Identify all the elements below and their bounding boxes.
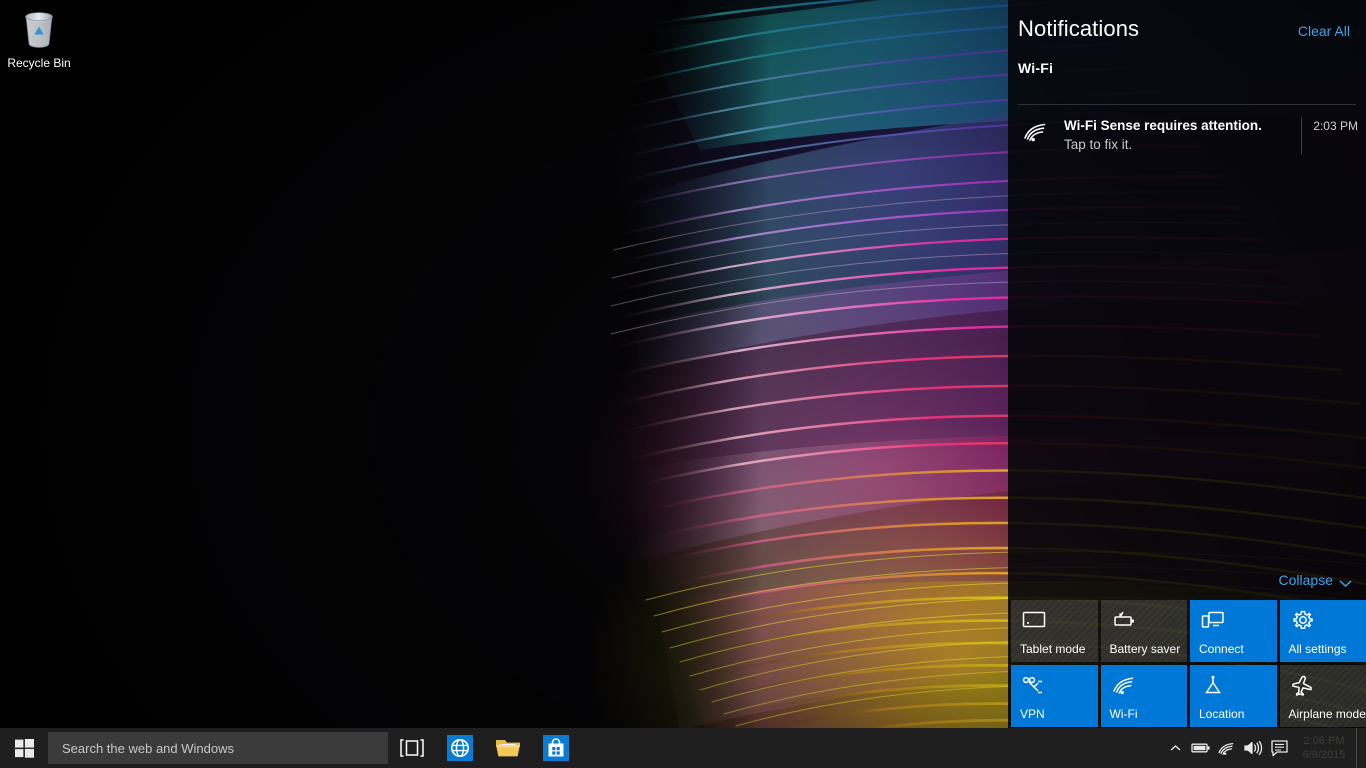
vpn-icon: [1022, 676, 1042, 694]
task-view-icon: [400, 739, 424, 757]
collapse-row: Collapse: [1008, 572, 1366, 600]
action-center-panel: Notifications Clear All Wi-Fi Wi-Fi Sens…: [1008, 0, 1366, 730]
connect-icon: [1201, 611, 1224, 628]
quick-action-label: Connect: [1199, 642, 1244, 656]
edge-browser-icon: [447, 735, 473, 761]
recycle-bin-icon: [25, 12, 53, 48]
desktop-icon-recycle-bin[interactable]: Recycle Bin: [4, 6, 74, 70]
quick-action-vpn[interactable]: VPN: [1011, 665, 1098, 727]
quick-action-airplane-mode[interactable]: Airplane mode: [1279, 665, 1366, 727]
taskbar-button-store[interactable]: [532, 728, 580, 768]
airplane-icon: [1291, 675, 1312, 696]
folder-icon: [496, 740, 520, 757]
quick-actions-grid: Tablet mode Battery saver Connect All se…: [1008, 600, 1366, 730]
notification-group-title: Wi-Fi: [1018, 60, 1054, 76]
clock-date: 6/9/2015: [1302, 749, 1346, 761]
notification-text: Wi-Fi Sense requires attention. Tap to f…: [1064, 117, 1289, 154]
quick-action-all-settings[interactable]: All settings: [1279, 600, 1366, 662]
store-bag-icon: [543, 735, 569, 761]
battery-leaf-icon: [1113, 611, 1134, 626]
recycle-bin-label: Recycle Bin: [7, 56, 71, 70]
search-input[interactable]: Search the web and Windows: [48, 732, 388, 764]
notification-item[interactable]: Wi-Fi Sense requires attention. Tap to f…: [1008, 105, 1366, 168]
battery-icon: [1191, 743, 1210, 753]
taskbar-empty-area: [580, 728, 1162, 768]
clear-all-button[interactable]: Clear All: [1298, 23, 1350, 39]
taskbar: Search the web and Windows 2:06 PM 6/9/2…: [0, 728, 1366, 768]
quick-action-connect[interactable]: Connect: [1190, 600, 1277, 662]
quick-action-wifi[interactable]: Wi-Fi: [1100, 665, 1187, 727]
tablet-icon: [1022, 611, 1046, 628]
quick-action-location[interactable]: Location: [1190, 665, 1277, 727]
quick-action-tablet-mode[interactable]: Tablet mode: [1011, 600, 1098, 662]
tray-volume[interactable]: [1240, 728, 1266, 768]
search-placeholder: Search the web and Windows: [62, 740, 234, 756]
taskbar-button-task-view[interactable]: [388, 728, 436, 768]
collapse-button[interactable]: Collapse: [1279, 572, 1352, 588]
action-center-header: Notifications Clear All: [1008, 0, 1366, 42]
quick-action-label: Wi-Fi: [1109, 707, 1138, 721]
windows-logo-icon: [14, 738, 34, 758]
action-center-title: Notifications: [1018, 16, 1140, 41]
quick-action-label: Location: [1199, 707, 1245, 721]
quick-action-label: Tablet mode: [1020, 642, 1086, 656]
chevron-down-icon: [1339, 580, 1352, 588]
notification-title: Wi-Fi Sense requires attention.: [1064, 118, 1262, 133]
show-desktop-button[interactable]: [1356, 728, 1364, 768]
system-tray: 2:06 PM 6/9/2015: [1162, 728, 1366, 768]
tray-battery[interactable]: [1188, 728, 1214, 768]
chevron-up-icon: [1170, 745, 1180, 751]
notifications-list: Wi-Fi Wi-Fi Sense requires attention. Ta…: [1008, 42, 1366, 572]
tray-network[interactable]: [1214, 728, 1240, 768]
notification-body: Tap to fix it.: [1064, 137, 1133, 152]
tray-action-center[interactable]: [1266, 728, 1292, 768]
quick-action-battery-saver[interactable]: Battery saver: [1100, 600, 1187, 662]
clock-time: 2:06 PM: [1303, 735, 1345, 747]
start-button[interactable]: [0, 728, 48, 768]
wifi-icon: [1112, 677, 1133, 695]
notification-timestamp: 2:03 PM: [1301, 117, 1358, 154]
tray-show-hidden-icons[interactable]: [1162, 728, 1188, 768]
tray-clock[interactable]: 2:06 PM 6/9/2015: [1292, 728, 1356, 768]
speaker-icon: [1244, 740, 1263, 756]
gear-icon: [1292, 610, 1313, 630]
speech-bubble-icon: [1270, 740, 1288, 757]
desktop-screen: Recycle Bin Notifications Clear All Wi-F…: [0, 0, 1366, 768]
taskbar-button-file-explorer[interactable]: [484, 728, 532, 768]
taskbar-button-edge[interactable]: [436, 728, 484, 768]
quick-action-label: Battery saver: [1109, 642, 1181, 656]
wifi-icon: [1022, 117, 1052, 148]
quick-action-label: All settings: [1288, 642, 1347, 656]
collapse-label: Collapse: [1278, 572, 1333, 588]
quick-action-label: Airplane mode: [1288, 707, 1366, 721]
wifi-icon: [1218, 742, 1234, 755]
location-icon: [1205, 675, 1221, 694]
quick-action-label: VPN: [1020, 707, 1045, 721]
